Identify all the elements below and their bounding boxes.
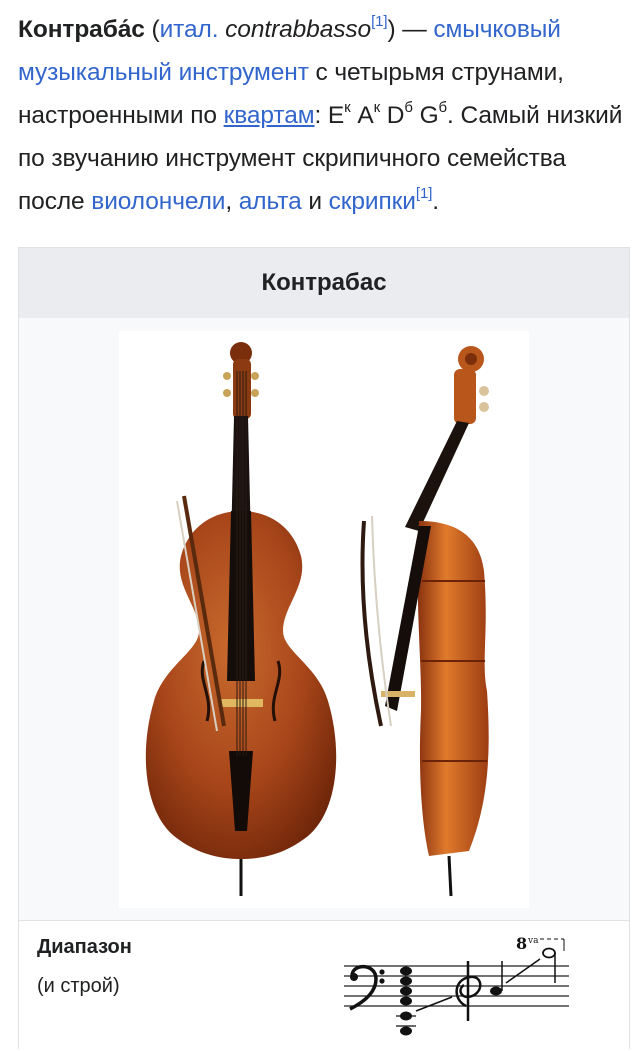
note [490,986,502,996]
glissando-line [415,996,453,1012]
superscript: к [373,98,381,116]
octave-mark: 8 [516,934,527,953]
range-notation[interactable]: 8 va [344,931,584,1046]
intro-text: . [432,188,439,215]
bass-clef-dot [379,969,385,975]
range-sublabel: (и строй) [37,975,120,997]
note-high [542,947,556,959]
range-row: Диапазон (и строй) 8 va [19,920,629,1051]
reference-2[interactable]: [1] [416,185,432,202]
link-cello[interactable]: виолончели [91,188,225,215]
bass-clef [349,964,378,1011]
intro-text: и [301,188,329,215]
bass-side-view [360,346,489,897]
intro-text: A [350,102,374,129]
article-intro: Контраба́с (итал. contrabbasso[1]) — смы… [18,8,624,223]
intro-text: D [380,102,405,129]
intro-text: G [412,102,439,129]
link-italian[interactable]: итал. [160,16,219,43]
link-viola[interactable]: альта [239,188,302,215]
link-musical-instrument[interactable]: музыкальный инструмент [18,59,309,86]
intro-text: : E [314,102,345,129]
intro-text: ( [144,16,160,43]
superscript: к [344,98,351,116]
infobox-title: Контрабас [19,248,629,318]
link-violin[interactable]: скрипки [329,188,416,215]
foreign-word: contrabbasso [225,16,372,43]
article-term: Контраба́с [18,16,145,43]
intro-text: , [225,188,239,215]
bass-clef-dot [350,973,358,981]
reference-1[interactable]: [1] [371,13,387,30]
infobox: Контрабас Диапазон (и строй) 8 va [18,247,630,1051]
superscript: б [438,98,448,116]
range-label: Диапазон [37,936,132,958]
bass-front-view [145,342,337,896]
tuning-chord [400,966,412,1036]
intro-text: ) — [387,16,434,43]
bass-clef-dot [379,978,385,984]
link-bowed[interactable]: смычковый [433,16,561,43]
link-quarts[interactable]: квартам [224,102,315,129]
superscript: б [404,98,413,116]
double-bass-image[interactable] [119,331,529,908]
treble-clef [455,961,482,1021]
double-bass-illustration [145,342,489,897]
octave-suffix: va [527,936,539,946]
glissando-line [505,958,541,984]
